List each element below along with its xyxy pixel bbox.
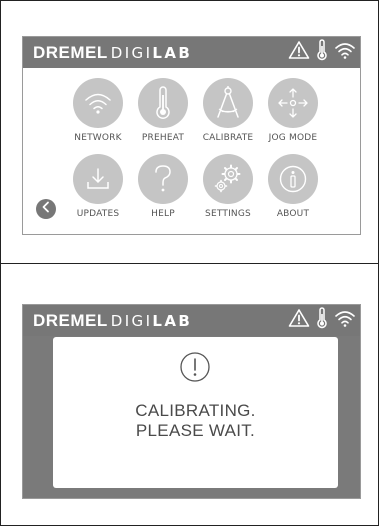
help-button[interactable]: HELP: [133, 154, 193, 219]
updates-button[interactable]: UPDATES: [68, 154, 128, 219]
question-icon: [138, 154, 188, 204]
exclamation-circle-icon: [179, 351, 211, 388]
warning-icon[interactable]: [288, 308, 310, 333]
status-line-2: PLEASE WAIT.: [135, 421, 256, 440]
about-label: ABOUT: [276, 209, 310, 219]
calibrating-panel: DREMEL DIGILAB CALIBRATING. PLEASE WAIT.: [0, 263, 379, 526]
chevron-left-icon: [41, 200, 51, 218]
gears-icon: [203, 154, 253, 204]
calibrating-dialog: CALIBRATING. PLEASE WAIT.: [53, 337, 338, 488]
settings-button[interactable]: SETTINGS: [198, 154, 258, 219]
updates-label: UPDATES: [76, 209, 120, 219]
header-bar: DREMEL DIGILAB: [23, 37, 360, 68]
main-menu-panel: DREMEL DIGILAB NETWORK PREHEAT CALIBRATE…: [0, 0, 379, 264]
status-icons: [288, 39, 356, 66]
thermometer-icon[interactable]: [316, 39, 328, 66]
preheat-button[interactable]: PREHEAT: [133, 78, 193, 143]
jog-mode-button[interactable]: JOG MODE: [263, 78, 323, 143]
thermometer-icon: [138, 78, 188, 128]
download-icon: [73, 154, 123, 204]
jog-mode-label: JOG MODE: [268, 133, 318, 143]
network-button[interactable]: NETWORK: [68, 78, 128, 143]
help-label: HELP: [151, 209, 175, 219]
preheat-label: PREHEAT: [141, 133, 185, 143]
back-button[interactable]: [36, 199, 56, 219]
warning-icon[interactable]: [288, 40, 310, 65]
thermometer-icon[interactable]: [316, 307, 328, 334]
calibrate-label: CALIBRATE: [202, 133, 254, 143]
status-line-1: CALIBRATING.: [135, 401, 256, 420]
compass-icon: [203, 78, 253, 128]
wifi-icon[interactable]: [334, 308, 356, 333]
calibrate-button[interactable]: CALIBRATE: [198, 78, 258, 143]
wifi-icon[interactable]: [334, 40, 356, 65]
calibrating-screen: DREMEL DIGILAB CALIBRATING. PLEASE WAIT.: [22, 304, 361, 499]
status-icons: [288, 307, 356, 334]
network-label: NETWORK: [74, 133, 122, 143]
menu-grid: NETWORK PREHEAT CALIBRATE JOG MODE UPDAT…: [23, 68, 360, 234]
settings-label: SETTINGS: [205, 209, 251, 219]
brand-logo: DREMEL DIGILAB: [33, 311, 193, 330]
main-menu-screen: DREMEL DIGILAB NETWORK PREHEAT CALIBRATE…: [22, 36, 361, 235]
header-bar: DREMEL DIGILAB: [23, 305, 360, 336]
status-message: CALIBRATING. PLEASE WAIT.: [53, 401, 338, 441]
brand-logo: DREMEL DIGILAB: [33, 43, 193, 62]
info-icon: [268, 154, 318, 204]
wifi-icon: [73, 78, 123, 128]
about-button[interactable]: ABOUT: [263, 154, 323, 219]
move-arrows-icon: [268, 78, 318, 128]
